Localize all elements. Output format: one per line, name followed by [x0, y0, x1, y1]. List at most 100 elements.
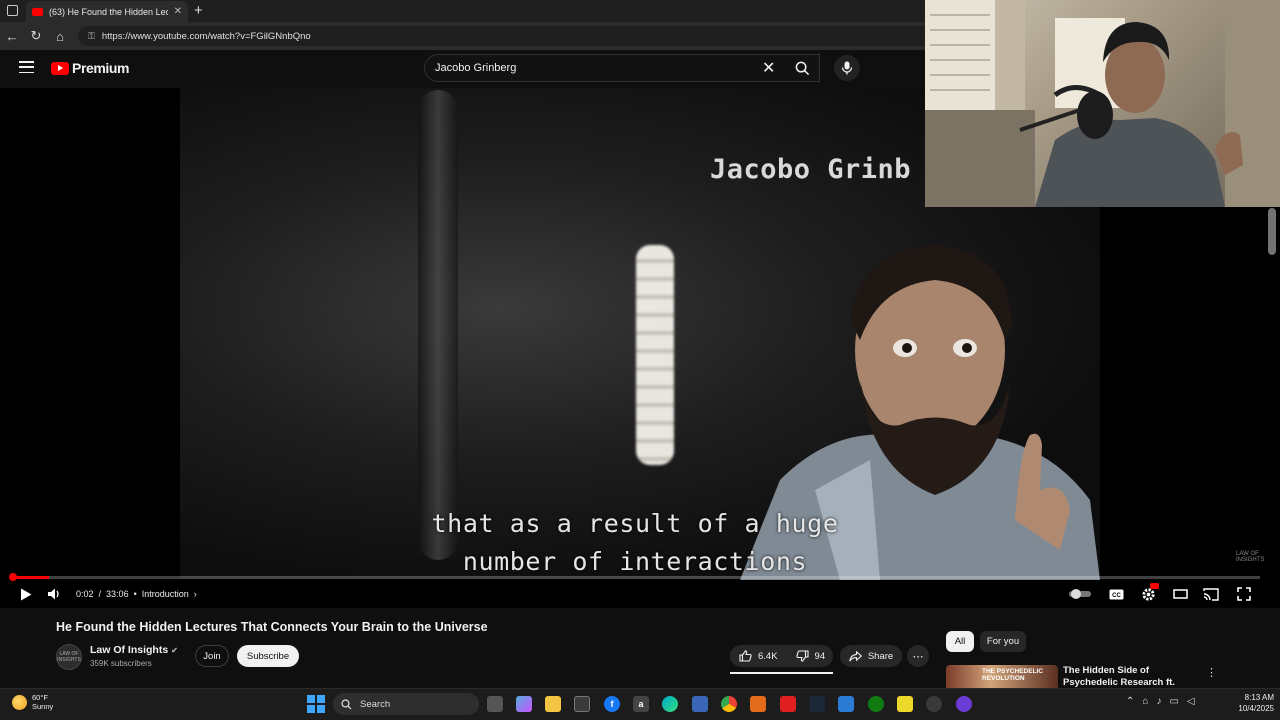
fullscreen-button[interactable]: [1234, 585, 1254, 603]
close-tab-icon[interactable]: ✕: [174, 6, 182, 17]
theater-mode-button[interactable]: [1170, 586, 1190, 602]
like-ratio-bar: [730, 672, 833, 674]
facebook-icon[interactable]: f: [604, 696, 620, 712]
autoplay-icon: [1069, 589, 1091, 599]
mute-button[interactable]: [46, 585, 64, 603]
youtube-app-icon[interactable]: [780, 696, 796, 712]
chevron-right-icon[interactable]: ›: [194, 589, 197, 599]
autoplay-toggle[interactable]: [1068, 587, 1092, 601]
url-text: https://www.youtube.com/watch?v=FGilGNnb…: [101, 30, 311, 42]
subtitles-button[interactable]: CC: [1106, 585, 1126, 603]
weather-widget[interactable]: 60°F Sunny: [12, 693, 53, 711]
file-explorer-icon[interactable]: [545, 696, 561, 712]
store-icon[interactable]: [574, 696, 590, 712]
time-current: 0:02: [76, 589, 94, 599]
reload-icon[interactable]: ↻: [24, 28, 48, 44]
temperature: 60°F: [32, 693, 48, 702]
search-icon: [795, 61, 809, 75]
search-button[interactable]: [786, 54, 818, 82]
theater-icon: [1172, 589, 1188, 599]
subscribe-button[interactable]: Subscribe: [237, 645, 299, 667]
office-icon[interactable]: [750, 696, 766, 712]
channel-avatar[interactable]: LAW OF INSIGHTS: [56, 644, 82, 670]
caption-line-1: that as a result of a huge: [431, 509, 839, 538]
dislike-button[interactable]: 94: [787, 645, 835, 667]
url-field[interactable]: ⚿ https://www.youtube.com/watch?v=FGilGN…: [78, 26, 938, 46]
channel-name[interactable]: Law Of Insights ✔: [90, 644, 178, 656]
calculator-icon[interactable]: [692, 696, 708, 712]
like-button[interactable]: 6.4K: [730, 645, 787, 667]
svg-text:CC: CC: [1112, 593, 1121, 599]
guide-menu-icon[interactable]: [19, 61, 34, 73]
youtube-premium-logo[interactable]: Premium: [51, 60, 130, 76]
display-icon[interactable]: ▭: [1169, 696, 1178, 707]
chip-all[interactable]: All: [946, 631, 974, 652]
thumbs-down-icon: [795, 650, 809, 662]
chip-for-you[interactable]: For you: [980, 631, 1026, 652]
channel-watermark[interactable]: LAW OF INSIGHTS: [1236, 551, 1280, 563]
system-tray: ⌃ ⌂ ♪ ▭ ◁: [1126, 696, 1195, 707]
video-progress-bar[interactable]: [12, 576, 1260, 579]
sticky-notes-icon[interactable]: [897, 696, 913, 712]
start-button[interactable]: [307, 695, 325, 713]
fullscreen-icon: [1237, 587, 1251, 601]
site-info-icon[interactable]: ⚿: [88, 31, 95, 42]
more-vertical-icon[interactable]: ⋮: [1206, 666, 1217, 679]
xbox-icon[interactable]: [868, 696, 884, 712]
amazon-icon[interactable]: a: [633, 696, 649, 712]
thumbnail-text: THE PSYCHEDELIC REVOLUTION: [982, 668, 1044, 682]
channel-name-text[interactable]: Law Of Insights: [90, 644, 168, 656]
recommended-title[interactable]: The Hidden Side of Psychedelic Research …: [1063, 665, 1203, 688]
taskbar-clock[interactable]: 8:13 AM 10/4/2025: [1228, 692, 1274, 714]
obs-icon[interactable]: [956, 696, 972, 712]
chrome-icon[interactable]: [721, 696, 737, 712]
settings-app-icon[interactable]: [926, 696, 942, 712]
edge-icon[interactable]: [662, 696, 678, 712]
search-icon: [341, 698, 352, 709]
chevron-up-icon[interactable]: ⌃: [1126, 696, 1134, 707]
tab-title: (63) He Found the Hidden Lectures That C…: [49, 6, 168, 17]
network-icon[interactable]: ⌂: [1142, 696, 1148, 707]
clear-search-icon[interactable]: ✕: [762, 58, 775, 78]
steam-icon[interactable]: [809, 696, 825, 712]
copilot-icon[interactable]: [516, 696, 532, 712]
video-title: He Found the Hidden Lectures That Connec…: [56, 620, 488, 634]
recommended-thumbnail[interactable]: THE PSYCHEDELIC REVOLUTION: [946, 665, 1058, 688]
subscriber-count: 359K subscribers: [90, 659, 152, 668]
youtube-logo-icon: [51, 61, 69, 75]
progress-played: [12, 576, 50, 579]
cast-button[interactable]: [1201, 585, 1221, 603]
microphone-tray-icon[interactable]: ♪: [1156, 696, 1161, 707]
task-view-icon[interactable]: [487, 696, 503, 712]
more-actions-button[interactable]: ⋯: [907, 645, 929, 667]
weather-condition: Sunny: [32, 702, 54, 711]
search-query-text: Jacobo Grinberg: [435, 62, 517, 74]
chapter-title[interactable]: Introduction: [142, 589, 189, 599]
page-scrollbar[interactable]: [1268, 208, 1276, 255]
play-button[interactable]: [17, 585, 35, 603]
app-icon[interactable]: [838, 696, 854, 712]
captions-icon: CC: [1109, 589, 1123, 599]
webcam-overlay: [925, 0, 1280, 207]
more-horizontal-icon: ⋯: [912, 650, 924, 663]
tab-actions-icon[interactable]: [7, 5, 18, 16]
video-overlay-name: Jacobo Grinb: [710, 154, 912, 185]
share-button[interactable]: Share: [840, 645, 902, 667]
join-button[interactable]: Join: [195, 645, 229, 667]
new-tab-icon[interactable]: +: [194, 2, 203, 19]
clock-time: 8:13 AM: [1244, 693, 1274, 702]
browser-tab[interactable]: (63) He Found the Hidden Lectures That C…: [26, 1, 188, 22]
voice-search-button[interactable]: [834, 55, 860, 81]
microphone-icon: [841, 61, 853, 75]
video-background-shape: [418, 90, 458, 560]
home-icon[interactable]: ⌂: [48, 29, 72, 44]
settings-button[interactable]: [1138, 583, 1159, 604]
taskbar-search[interactable]: Search: [333, 693, 479, 715]
progress-scrubber[interactable]: [9, 573, 17, 581]
back-icon[interactable]: ←: [0, 29, 24, 44]
video-light-column: [636, 245, 674, 465]
chapter-dot: •: [133, 589, 137, 599]
time-display: 0:02 / 33:06 • Introduction ›: [76, 589, 197, 599]
speaker-icon[interactable]: ◁: [1187, 696, 1195, 707]
search-input[interactable]: Jacobo Grinberg: [424, 54, 820, 82]
